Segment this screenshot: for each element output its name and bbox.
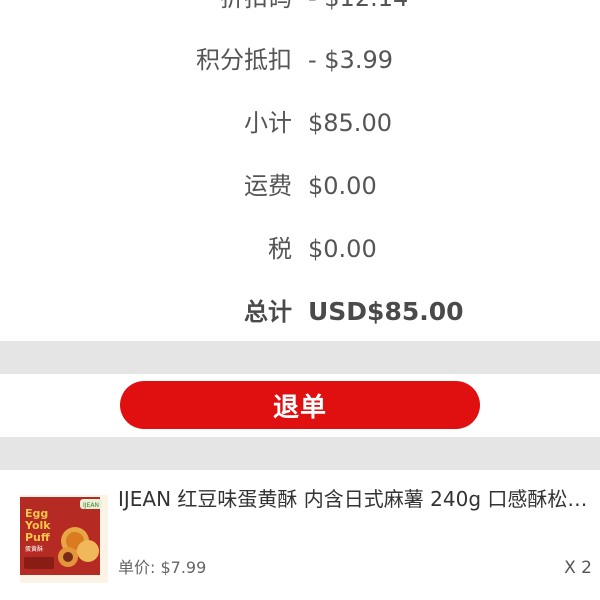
- total-value: USD$85.00: [308, 297, 464, 326]
- shipping-row: 运费 $0.00: [0, 164, 600, 208]
- product-title[interactable]: IJEAN 红豆味蛋黄酥 内含日式麻薯 240g 口感酥松 香甜可口: [118, 484, 592, 514]
- discount-code-label: 折扣码: [220, 0, 292, 20]
- discount-code-value: - $12.14: [308, 0, 408, 20]
- discount-code-row: 折扣码 - $12.14: [0, 0, 600, 20]
- points-deduction-row: 积分抵扣 - $3.99: [0, 38, 600, 82]
- package-word-3: Puff: [25, 531, 50, 544]
- total-row: 总计 USD$85.00: [0, 290, 600, 334]
- shipping-label: 运费: [244, 172, 292, 200]
- package-cn-text: 蛋黄酥: [25, 545, 43, 553]
- package-brand-text: IJEAN: [83, 502, 99, 509]
- subtotal-row: 小计 $85.00: [0, 101, 600, 145]
- total-label: 总计: [244, 298, 292, 326]
- product-thumbnail: IJEAN Egg Yolk Puff 蛋黄酥: [20, 495, 108, 583]
- shipping-value: $0.00: [308, 172, 377, 200]
- section-divider-top: [0, 341, 600, 374]
- tax-label: 税: [268, 235, 292, 263]
- order-item[interactable]: IJEAN Egg Yolk Puff 蛋黄酥 IJEAN 红豆味蛋黄酥 内含日…: [0, 470, 600, 600]
- points-deduction-value: - $3.99: [308, 46, 393, 74]
- points-deduction-label: 积分抵扣: [196, 46, 292, 74]
- tax-row: 税 $0.00: [0, 227, 600, 271]
- tax-value: $0.00: [308, 235, 377, 263]
- section-divider-bottom: [0, 437, 600, 470]
- refund-button[interactable]: 退单: [120, 381, 480, 429]
- quantity: X 2: [564, 558, 592, 578]
- subtotal-value: $85.00: [308, 109, 392, 137]
- unit-price-value: $7.99: [160, 558, 207, 577]
- subtotal-label: 小计: [244, 109, 292, 137]
- product-package-image: IJEAN Egg Yolk Puff 蛋黄酥: [20, 495, 108, 583]
- unit-price-label: 单价:: [118, 558, 161, 577]
- unit-price: 单价: $7.99: [118, 556, 206, 580]
